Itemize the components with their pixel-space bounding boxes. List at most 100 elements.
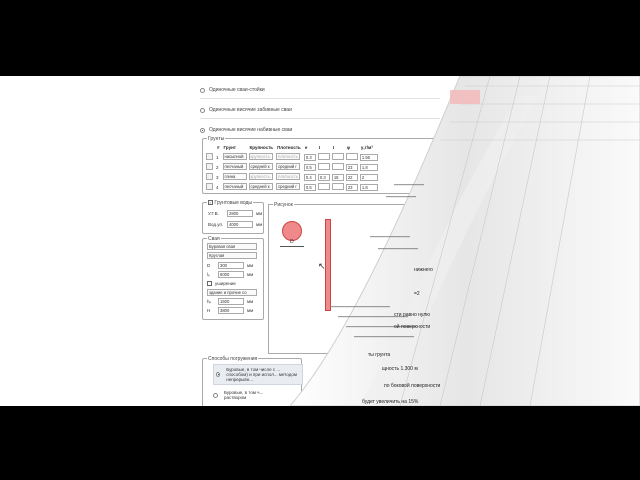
gamma-input[interactable]: 2 bbox=[359, 173, 378, 181]
pile-type-select[interactable]: Буровая свая bbox=[207, 243, 257, 250]
option-bored-friction-piles[interactable]: Одиночные висячие набивные сваи bbox=[200, 127, 292, 133]
h-unit: мм bbox=[247, 308, 254, 313]
widening-label: уширение bbox=[215, 281, 236, 286]
radio-button[interactable] bbox=[200, 107, 205, 113]
rolled-text-line: сти равно нулю bbox=[394, 312, 430, 318]
ip-input[interactable]: 18 bbox=[331, 173, 344, 181]
rolled-text-line: ты грунта bbox=[368, 352, 391, 358]
building-type-select[interactable]: здание и прочие со bbox=[207, 289, 257, 296]
row-action-button[interactable] bbox=[206, 153, 213, 160]
dimension-label: D bbox=[290, 239, 294, 245]
divider bbox=[200, 98, 440, 99]
h-input[interactable]: 3800 bbox=[218, 307, 244, 314]
rolled-text-line: ой поверхности bbox=[394, 324, 431, 330]
density-select[interactable]: средний г bbox=[276, 183, 301, 190]
length-label: lₚ bbox=[207, 271, 210, 277]
pile-section-circle bbox=[282, 221, 302, 241]
option-label: Одиночные висячие забивные сваи bbox=[209, 107, 292, 113]
soil-select[interactable]: насыпной bbox=[222, 153, 247, 160]
e-input[interactable]: 0.4 bbox=[303, 173, 316, 181]
il-input[interactable] bbox=[317, 153, 330, 160]
groundwater-legend: ✓ Грунтовые воды bbox=[207, 200, 254, 206]
pile-type-field: Буровая свая bbox=[207, 243, 257, 250]
e-input[interactable]: 0.3 bbox=[303, 153, 316, 161]
col-size: Крупность bbox=[249, 145, 274, 150]
length-unit: мм bbox=[247, 272, 254, 277]
table-row: 4 песчаный средней к средний г 0.5 23 1.… bbox=[205, 182, 379, 192]
method-text: Буровые, в том ч... раствором bbox=[224, 390, 263, 400]
density-select[interactable]: плотность bbox=[276, 153, 301, 160]
hp-unit: мм bbox=[247, 299, 254, 304]
vod-input[interactable]: 4000 bbox=[227, 221, 253, 228]
size-select[interactable]: средней к bbox=[248, 163, 273, 170]
method-option-1[interactable]: Буровые, в том числе с ... способом) и п… bbox=[213, 364, 303, 385]
dimension-line bbox=[280, 246, 304, 247]
length-input[interactable]: 6000 bbox=[218, 271, 244, 278]
method-subtitle: способом) и при испол... методом непреры… bbox=[226, 372, 297, 382]
size-select[interactable]: крупность bbox=[248, 173, 273, 180]
gamma-input[interactable]: 1.8 bbox=[359, 183, 378, 191]
ip-input[interactable] bbox=[331, 183, 344, 190]
il-input[interactable] bbox=[317, 183, 330, 190]
pile-shape-select[interactable]: Круглая bbox=[207, 252, 257, 259]
rolled-text-line: нижнего bbox=[414, 267, 433, 273]
rolled-text-line: по боковой поверхности bbox=[384, 383, 441, 389]
method-subtitle: раствором bbox=[224, 395, 247, 400]
groundwater-checkbox[interactable]: ✓ bbox=[208, 200, 213, 205]
phi-input[interactable]: 23 bbox=[345, 163, 358, 171]
soil-select[interactable]: песчаный bbox=[222, 183, 247, 190]
sketch-legend: Рисунок bbox=[273, 202, 294, 208]
diameter-input[interactable]: 300 bbox=[218, 262, 244, 269]
phi-input[interactable]: 22 bbox=[345, 173, 358, 181]
ugv-field: У.Г.В. 2800 мм bbox=[208, 210, 262, 217]
diameter-unit: мм bbox=[247, 263, 254, 268]
h-field: H 3800 мм bbox=[207, 307, 253, 314]
radio-button-selected[interactable] bbox=[200, 127, 205, 133]
widening-checkbox[interactable] bbox=[207, 281, 212, 286]
radio-button[interactable] bbox=[200, 87, 205, 93]
phi-input[interactable] bbox=[345, 153, 358, 160]
widening-field: уширение bbox=[207, 281, 236, 286]
rolled-text-line: =2 bbox=[414, 291, 420, 297]
hp-input[interactable]: 1500 bbox=[218, 298, 244, 305]
option-driven-friction-piles[interactable]: Одиночные висячие забивные сваи bbox=[200, 107, 292, 113]
e-input[interactable]: 0.5 bbox=[303, 183, 316, 191]
col-phi: φ bbox=[346, 145, 351, 150]
soil-select[interactable]: песчаный bbox=[222, 163, 247, 170]
radio-button-selected[interactable] bbox=[216, 372, 221, 377]
gamma-input[interactable]: 1.56 bbox=[359, 153, 378, 161]
density-select[interactable]: средний г bbox=[276, 163, 301, 170]
method-option-2[interactable]: Буровые, в том ч... раствором bbox=[213, 390, 303, 400]
e-input[interactable]: 0.5 bbox=[303, 163, 316, 171]
size-select[interactable]: крупность bbox=[248, 153, 273, 160]
methods-legend: Способы погружения bbox=[207, 356, 259, 362]
building-type-field: здание и прочие со bbox=[207, 289, 257, 296]
groundwater-panel: ✓ Грунтовые воды bbox=[202, 200, 264, 234]
row-action-button[interactable] bbox=[206, 173, 213, 180]
ip-input[interactable] bbox=[331, 153, 344, 160]
rolled-text-line: щность 1.300 м bbox=[382, 366, 418, 372]
option-end-bearing-piles[interactable]: Одиночные сваи-стойки bbox=[200, 87, 265, 93]
table-row: 2 песчаный средней к средний г 0.5 23 1.… bbox=[205, 162, 379, 172]
diameter-field: D 300 мм bbox=[207, 262, 253, 269]
ugv-label: У.Г.В. bbox=[208, 211, 219, 216]
col-density: Плотность bbox=[277, 145, 301, 150]
il-input[interactable] bbox=[317, 163, 330, 170]
ugv-input[interactable]: 2800 bbox=[227, 210, 253, 217]
il-input[interactable]: 0.3 bbox=[317, 173, 330, 181]
row-action-button[interactable] bbox=[206, 163, 213, 170]
hp-label: hₚ bbox=[207, 298, 212, 304]
vod-unit: мм bbox=[256, 222, 263, 227]
gamma-input[interactable]: 1.8 bbox=[359, 163, 378, 171]
divider bbox=[200, 118, 440, 119]
soil-select[interactable]: глина bbox=[222, 173, 247, 180]
size-select[interactable]: средней к bbox=[248, 183, 273, 190]
row-action-button[interactable] bbox=[206, 183, 213, 190]
option-label: Одиночные висячие набивные сваи bbox=[209, 127, 293, 133]
col-il: I bbox=[318, 145, 321, 150]
density-select[interactable]: плотность bbox=[276, 173, 301, 180]
ip-input[interactable] bbox=[331, 163, 344, 170]
radio-button[interactable] bbox=[213, 392, 218, 398]
phi-input[interactable]: 23 bbox=[345, 183, 358, 191]
pile-legend: Свая bbox=[207, 236, 221, 242]
